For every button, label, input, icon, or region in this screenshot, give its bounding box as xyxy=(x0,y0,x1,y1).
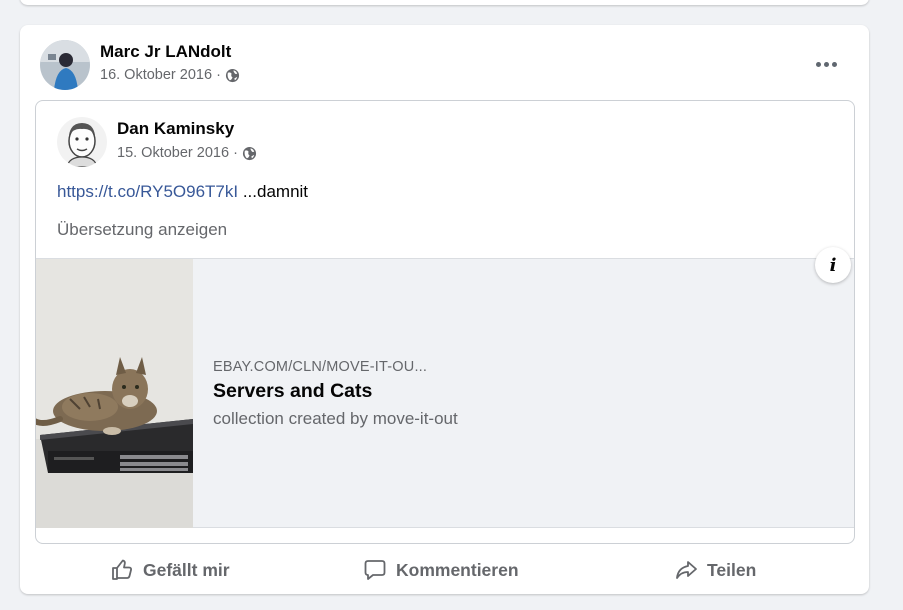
post-link[interactable]: https://t.co/RY5O96T7kI xyxy=(57,182,238,201)
more-dot-icon xyxy=(815,61,821,67)
speech-bubble-icon xyxy=(364,560,386,580)
see-translation-link[interactable]: Übersetzung anzeigen xyxy=(57,220,227,240)
thumbs-up-icon xyxy=(112,559,132,580)
link-title[interactable]: Servers and Cats xyxy=(213,380,372,403)
link-domain: EBAY.COM/CLN/MOVE-IT-OU... xyxy=(213,359,428,375)
post-date[interactable]: 16. Oktober 2016 · xyxy=(100,67,221,83)
shared-post-date[interactable]: 15. Oktober 2016 · xyxy=(117,145,238,161)
shared-author-avatar[interactable] xyxy=(57,117,107,167)
shared-post: Dan Kaminsky 15. Oktober 2016 · https://… xyxy=(35,100,855,544)
shared-author-name[interactable]: Dan Kaminsky xyxy=(117,119,234,139)
post-text-suffix: ...damnit xyxy=(238,182,309,201)
link-description: collection created by move-it-out xyxy=(213,409,458,428)
post-meta: 16. Oktober 2016 · xyxy=(100,67,240,83)
author-name[interactable]: Marc Jr LANdolt xyxy=(100,42,231,62)
author-avatar[interactable] xyxy=(40,40,90,90)
comment-label: Kommentieren xyxy=(396,559,519,580)
comment-button[interactable]: Kommentieren xyxy=(363,550,519,590)
like-label: Gefällt mir xyxy=(143,559,230,580)
previous-post-card xyxy=(20,0,869,5)
shared-post-text: https://t.co/RY5O96T7kI ...damnit xyxy=(57,182,308,202)
share-label: Teilen xyxy=(707,559,757,580)
link-preview-card[interactable]: EBAY.COM/CLN/MOVE-IT-OU... Servers and C… xyxy=(36,258,854,528)
share-button[interactable]: Teilen xyxy=(674,550,756,590)
more-options-button[interactable] xyxy=(808,46,844,82)
globe-icon xyxy=(225,68,239,82)
post-actions-bar: Gefällt mir Kommentieren Teilen xyxy=(20,550,869,590)
more-dot-icon xyxy=(823,61,829,67)
share-arrow-icon xyxy=(676,561,697,579)
info-icon[interactable]: i xyxy=(815,247,851,283)
globe-icon xyxy=(242,146,256,160)
like-button[interactable]: Gefällt mir xyxy=(110,550,230,590)
post-card: Marc Jr LANdolt 16. Oktober 2016 · Dan K… xyxy=(20,25,869,594)
more-dot-icon xyxy=(831,61,837,67)
link-preview-image[interactable] xyxy=(36,259,193,528)
shared-post-meta: 15. Oktober 2016 · xyxy=(117,145,257,161)
